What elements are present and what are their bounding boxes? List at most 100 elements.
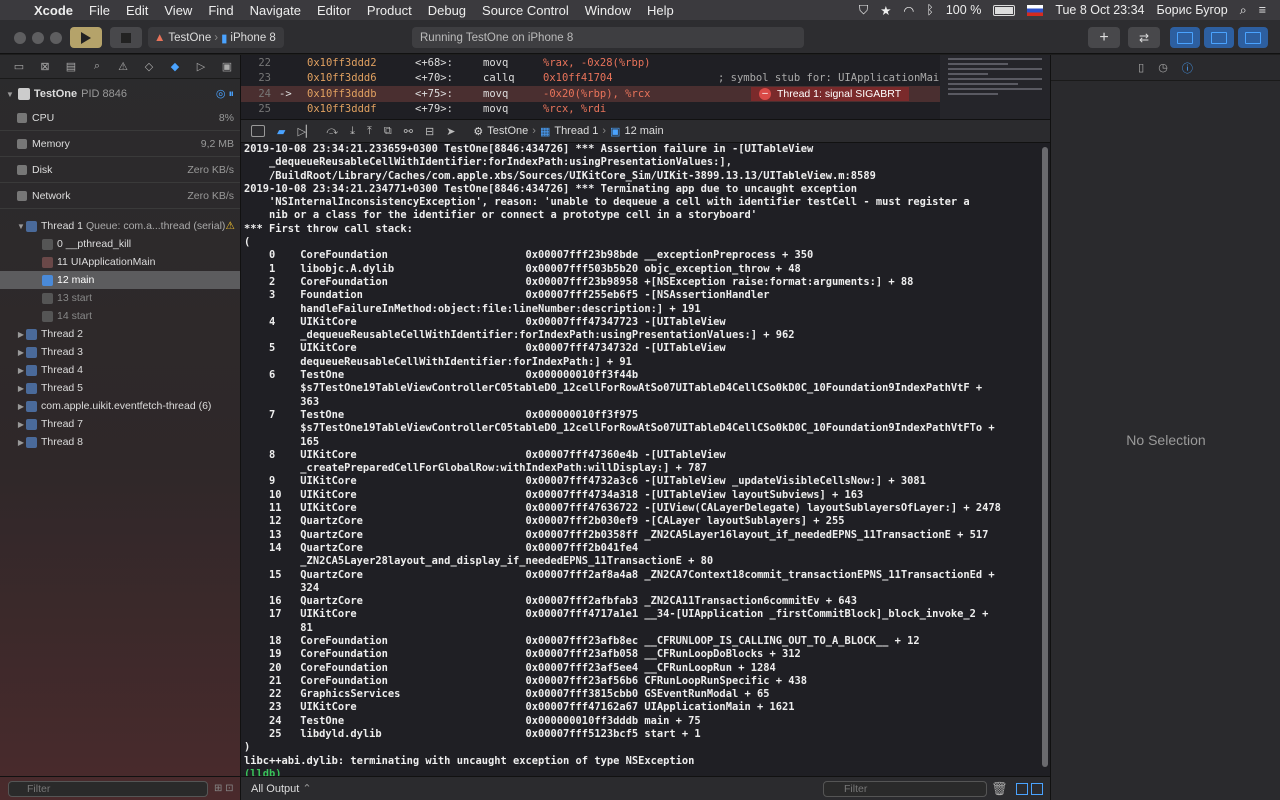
bluetooth-icon[interactable]: ᛒ xyxy=(926,3,934,17)
crumb-app[interactable]: TestOne xyxy=(487,125,528,137)
memory-graph-icon[interactable]: ⚯ xyxy=(404,125,413,138)
source-control-icon[interactable]: ⊠ xyxy=(32,60,58,73)
menu-edit[interactable]: Edit xyxy=(118,3,156,18)
continue-icon[interactable]: ▷▏ xyxy=(297,125,314,138)
star-icon[interactable]: ★ xyxy=(880,3,891,18)
window-close-button[interactable] xyxy=(14,32,26,44)
disclosure-closed-icon[interactable]: ▶ xyxy=(16,330,26,339)
disclosure-open-icon[interactable]: ▼ xyxy=(16,222,26,231)
console-scrollbar[interactable] xyxy=(1040,143,1050,776)
stack-frame-row[interactable]: 0 __pthread_kill xyxy=(0,235,240,253)
disclosure-closed-icon[interactable]: ▶ xyxy=(16,438,26,447)
simulate-location-icon[interactable]: ➤ xyxy=(446,125,455,138)
trash-icon[interactable]: 🗑︎ xyxy=(991,781,1008,797)
menu-view[interactable]: View xyxy=(156,3,200,18)
library-add-button[interactable]: + xyxy=(1088,27,1120,48)
thread-row[interactable]: ▶ Thread 8 xyxy=(0,433,240,451)
disclosure-closed-icon[interactable]: ▶ xyxy=(16,384,26,393)
filter-options-icon[interactable]: ⊞ ⊡ xyxy=(214,783,234,794)
shield-icon[interactable]: ⛉ xyxy=(859,3,868,18)
scrollbar-thumb[interactable] xyxy=(1042,147,1048,767)
list-icon[interactable]: ≡ xyxy=(1259,3,1266,17)
disassembly-line[interactable]: 23 0x10ff3ddd6 <+70>: callq 0x10ff41704 ; sym… xyxy=(241,71,1050,87)
code-review-button[interactable]: ⇄ xyxy=(1128,27,1160,48)
stack-frame-row[interactable]: 11 UIApplicationMain xyxy=(0,253,240,271)
disassembly-editor[interactable]: 22 0x10ff3ddd2 <+68>: movq %rax, -0x28(%rbp)… xyxy=(241,55,1050,119)
menu-editor[interactable]: Editor xyxy=(309,3,359,18)
menu-source-control[interactable]: Source Control xyxy=(474,3,577,18)
menu-file[interactable]: File xyxy=(81,3,118,18)
step-over-icon[interactable]: ⤼ xyxy=(326,125,338,138)
stack-frame-row-selected[interactable]: 12 main xyxy=(0,271,240,289)
menu-help[interactable]: Help xyxy=(639,3,682,18)
console-filter-input[interactable]: Filter xyxy=(823,780,987,797)
view-hierarchy-icon[interactable]: ⧉ xyxy=(384,125,392,138)
lldb-prompt[interactable]: (lldb) xyxy=(244,768,1040,776)
symbol-icon[interactable]: ▤ xyxy=(58,60,84,73)
battery-icon[interactable] xyxy=(993,4,1016,16)
toggle-inspector-button[interactable] xyxy=(1238,27,1268,48)
gauge-memory[interactable]: Memory 9,2 MB xyxy=(0,131,240,157)
window-minimize-button[interactable] xyxy=(32,32,44,44)
menu-app-xcode[interactable]: Xcode xyxy=(26,3,81,18)
run-button[interactable] xyxy=(70,27,102,48)
gauge-options-icon[interactable]: ◎ ⏸ xyxy=(216,87,234,101)
crumb-thread[interactable]: Thread 1 xyxy=(554,125,598,137)
history-inspector-icon[interactable]: ◷ xyxy=(1158,61,1168,74)
stop-button[interactable] xyxy=(110,27,142,48)
stack-frame-row[interactable]: 14 start xyxy=(0,307,240,325)
debug-console[interactable]: 2019-10-08 23:34:21.233659+0300 TestOne[… xyxy=(241,143,1040,776)
quick-help-icon[interactable]: ⓘ xyxy=(1182,60,1193,76)
user-name[interactable]: Борис Бугор xyxy=(1157,3,1228,17)
gauge-disk[interactable]: Disk Zero KB/s xyxy=(0,157,240,183)
gauge-network[interactable]: Network Zero KB/s xyxy=(0,183,240,209)
error-badge[interactable]: – Thread 1: signal SIGABRT xyxy=(751,87,910,101)
step-into-icon[interactable]: ⤓ xyxy=(350,125,355,138)
debug-navigator-icon[interactable]: ◆ xyxy=(162,60,188,73)
window-zoom-button[interactable] xyxy=(50,32,62,44)
stack-frame-row[interactable]: 13 start xyxy=(0,289,240,307)
toggle-navigator-button[interactable] xyxy=(1170,27,1200,48)
variables-pane-toggle-icon[interactable] xyxy=(1016,782,1028,795)
minimap[interactable] xyxy=(940,55,1050,119)
environment-overrides-icon[interactable]: ⊟ xyxy=(425,125,434,138)
disclosure-closed-icon[interactable]: ▶ xyxy=(16,366,26,375)
menu-product[interactable]: Product xyxy=(359,3,420,18)
hide-debug-area-icon[interactable] xyxy=(251,125,265,137)
disassembly-line[interactable]: 22 0x10ff3ddd2 <+68>: movq %rax, -0x28(%rbp) xyxy=(241,55,1050,71)
thread-row[interactable]: ▶ Thread 2 xyxy=(0,325,240,343)
menu-find[interactable]: Find xyxy=(200,3,241,18)
step-out-icon[interactable]: ⤒ xyxy=(367,125,372,138)
thread-row[interactable]: ▼ Thread 1 Queue: com.a...thread (serial… xyxy=(0,217,240,235)
process-row[interactable]: ▼ TestOne PID 8846 ◎ ⏸ xyxy=(0,83,240,105)
battery-percent[interactable]: 100 % xyxy=(946,3,981,17)
menu-window[interactable]: Window xyxy=(577,3,639,18)
spotlight-search-icon[interactable]: ⌕ xyxy=(1240,3,1247,18)
disclosure-closed-icon[interactable]: ▶ xyxy=(16,420,26,429)
wifi-icon[interactable]: ◠ xyxy=(903,3,914,18)
breakpoints-toggle-icon[interactable]: ▰ xyxy=(277,125,285,138)
disassembly-line[interactable]: 24 -> 0x10ff3dddb <+75>: movq -0x20(%rbp), %r… xyxy=(241,86,1050,102)
issue-icon[interactable]: ⚠ xyxy=(110,60,136,73)
clock[interactable]: Tue 8 Oct 23:34 xyxy=(1055,3,1144,17)
thread-row[interactable]: ▶ Thread 7 xyxy=(0,415,240,433)
console-pane-toggle-icon[interactable] xyxy=(1031,782,1043,795)
disclosure-closed-icon[interactable]: ▶ xyxy=(16,402,26,411)
folder-icon[interactable]: ▭ xyxy=(6,60,32,73)
thread-row[interactable]: ▶ com.apple.uikit.eventfetch-thread (6) xyxy=(0,397,240,415)
input-source-flag-icon[interactable] xyxy=(1027,4,1044,16)
gauge-cpu[interactable]: CPU 8% xyxy=(0,105,240,131)
thread-row[interactable]: ▶ Thread 4 xyxy=(0,361,240,379)
test-icon[interactable]: ◇ xyxy=(136,60,162,73)
menu-debug[interactable]: Debug xyxy=(420,3,474,18)
toggle-debug-area-button[interactable] xyxy=(1204,27,1234,48)
breakpoint-icon[interactable]: ▷ xyxy=(188,60,214,73)
output-selector[interactable]: All Output ⌃ xyxy=(251,782,312,795)
disclosure-closed-icon[interactable]: ▶ xyxy=(16,348,26,357)
menu-navigate[interactable]: Navigate xyxy=(242,3,309,18)
file-inspector-icon[interactable]: ▯ xyxy=(1138,61,1144,74)
disclosure-icon[interactable]: ▼ xyxy=(6,90,14,99)
crumb-frame[interactable]: 12 main xyxy=(624,125,663,137)
thread-row[interactable]: ▶ Thread 5 xyxy=(0,379,240,397)
report-icon[interactable]: ▣ xyxy=(214,60,240,73)
